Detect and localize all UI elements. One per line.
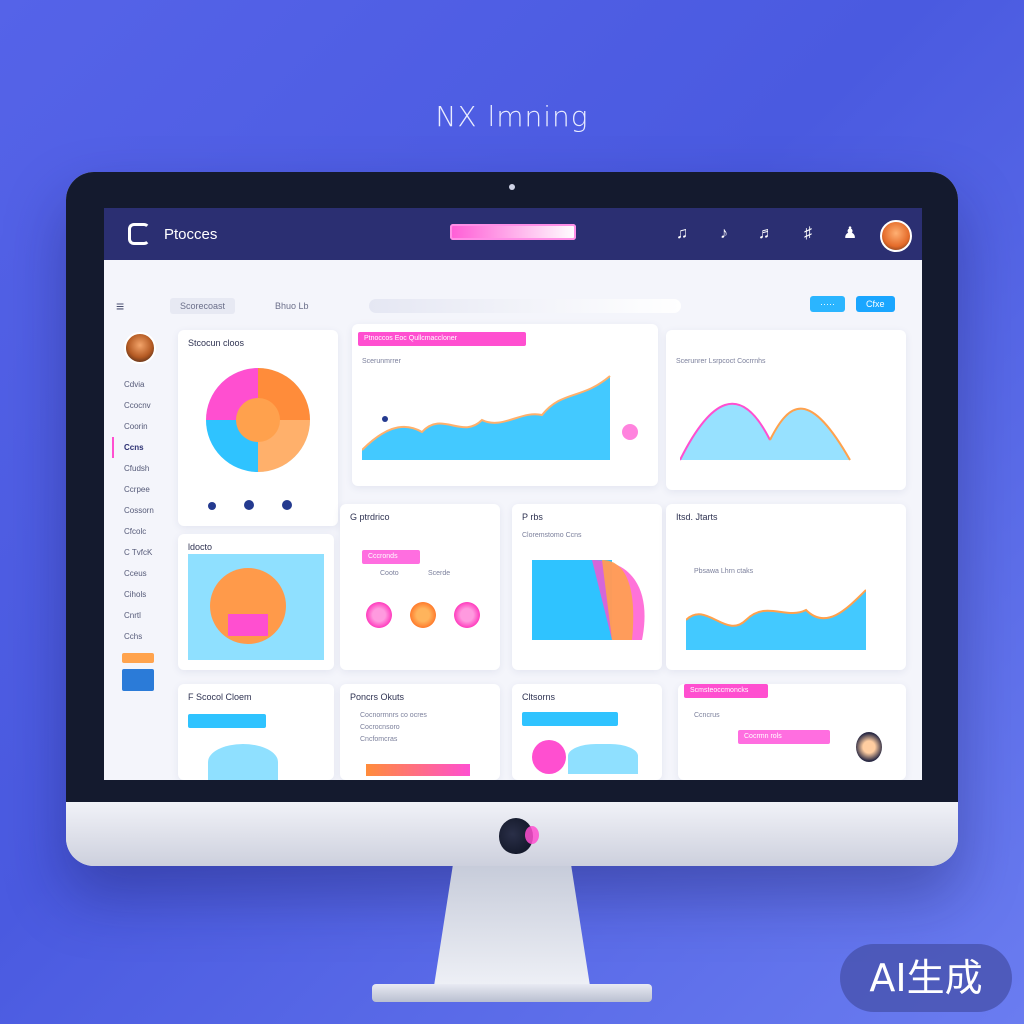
sidebar-item[interactable]: Cnrtl <box>112 605 164 626</box>
card-subtitle: Scerde <box>428 570 451 577</box>
monitor-stand <box>434 866 590 986</box>
card-row: Cncfomcras <box>360 736 398 743</box>
card-title: G ptrdrico <box>350 512 390 522</box>
avatar[interactable] <box>880 220 912 252</box>
card-shape <box>532 740 566 774</box>
decor-dot <box>622 424 638 440</box>
sidebar-item[interactable]: Cceus <box>112 563 164 584</box>
toolbar-label: Bhuo Lb <box>275 301 309 311</box>
card-row: Cocnorrnnrs co ocres <box>360 712 427 719</box>
sidebar-avatar[interactable] <box>124 332 156 364</box>
sidebar-item[interactable]: Ccrpee <box>112 479 164 500</box>
sidebar-item[interactable]: Coorin <box>112 416 164 437</box>
card-shape <box>568 744 638 774</box>
card-title-tag: Ptnoccos Eoc Qullcmaccloner <box>358 332 526 346</box>
donut-card: Stcocun cloos <box>178 330 338 526</box>
toolbar: ≡ Scorecoast Bhuo Lb ····· Cfxe <box>116 292 906 320</box>
card-subtitle: Cloremstomo Ccns <box>522 532 582 539</box>
bottom-card-2: Poncrs Okuts Cocnorrnnrs co ocres Cocroc… <box>340 684 500 780</box>
card-subtitle: Scerunrer Lsrpcoct Cocrrnhs <box>676 358 766 365</box>
card-subtitle: Cooto <box>380 570 399 577</box>
menu-icon[interactable]: ≡ <box>116 298 130 314</box>
pie-card: ldocto <box>178 534 334 670</box>
card-subtitle: Scerunmrrer <box>362 358 401 365</box>
bottom-card-3: Cltsorns <box>512 684 662 780</box>
area-chart <box>362 375 611 460</box>
progress-bar <box>366 764 470 776</box>
card-tag <box>522 712 618 726</box>
sidebar-item[interactable]: Ccocnv <box>112 395 164 416</box>
legend-dot <box>244 500 254 510</box>
marker-dot <box>382 416 388 422</box>
legend-dot <box>282 500 292 510</box>
screen: Ptocces ♫ ♪ ♬ ♯ ♟ ≡ Scorecoast Bhuo Lb ·… <box>104 208 922 780</box>
headline: NX lmning <box>435 100 589 133</box>
toolbar-button-2[interactable]: Cfxe <box>856 296 895 312</box>
legend-dot <box>208 502 216 510</box>
card-title: Poncrs Okuts <box>350 692 405 702</box>
sidebar-item[interactable]: Cchs <box>112 626 164 647</box>
sidebar-item[interactable]: C TvfcK <box>112 542 164 563</box>
bell-icon[interactable]: ♬ <box>754 222 778 246</box>
card-subtitle: Pbsawa Lhrn ctaks <box>694 568 754 575</box>
ring-icon <box>364 600 394 630</box>
chart-icon[interactable]: ♫ <box>670 222 694 246</box>
shape-chart <box>532 560 645 640</box>
bell-curve-card: Scerunrer Lsrpcoct Cocrrnhs <box>666 330 906 490</box>
camera-dot <box>509 184 515 190</box>
sidebar-info-block <box>122 669 154 691</box>
ai-badge: AI生成 <box>840 944 1012 1012</box>
card-title: F Scocol Cloem <box>188 692 252 702</box>
brand-logo-icon <box>499 818 539 854</box>
ring-icon <box>452 600 482 630</box>
card-tag: Cccronds <box>362 550 420 564</box>
sidebar-progress-block <box>122 653 154 663</box>
profile-icon[interactable]: ♟ <box>838 222 862 246</box>
donut-chart <box>206 368 310 472</box>
toolbar-search-input[interactable] <box>368 299 681 313</box>
card-tag: Cocrmn rols <box>738 730 830 744</box>
card-title: Itsd. Jtarts <box>676 512 718 522</box>
card-title: ldocto <box>188 542 213 552</box>
settings-icon[interactable]: ♯ <box>796 222 820 246</box>
card-title-tag: Scmsteoccmoncks <box>684 684 768 698</box>
search-input[interactable] <box>450 224 576 240</box>
sidebar-item[interactable]: Cfudsh <box>112 458 164 479</box>
sidebar-item[interactable]: Cfcolc <box>112 521 164 542</box>
app-logo-icon[interactable] <box>128 223 150 245</box>
monitor-base <box>372 984 652 1002</box>
bell-curve-chart <box>680 402 851 461</box>
card-tag <box>188 714 266 728</box>
users-icon[interactable]: ♪ <box>712 222 736 246</box>
app-title: Ptocces <box>164 225 218 243</box>
sidebar-item[interactable]: Cdvia <box>112 374 164 395</box>
wave-chart <box>686 589 866 650</box>
pie-chart <box>188 554 324 660</box>
ring-icon <box>408 600 438 630</box>
card-subtitle: Ccncrus <box>694 712 720 719</box>
area-chart-card: Ptnoccos Eoc Qullcmaccloner Scerunmrrer <box>352 324 658 486</box>
rings-card: G ptrdrico Cccronds Cooto Scerde <box>340 504 500 670</box>
sidebar-item-active[interactable]: Ccns <box>112 437 164 458</box>
shape-card: P rbs Cloremstomo Ccns <box>512 504 662 670</box>
top-bar: Ptocces ♫ ♪ ♬ ♯ ♟ <box>104 208 922 260</box>
monitor-chin <box>66 802 958 866</box>
card-title: Stcocun cloos <box>188 338 245 348</box>
sidebar: Cdvia Ccocnv Coorin Ccns Cfudsh Ccrpee C… <box>112 332 164 772</box>
person-illustration <box>856 732 882 762</box>
bottom-card-1: F Scocol Cloem <box>178 684 334 780</box>
wave-chart-card: Itsd. Jtarts Pbsawa Lhrn ctaks <box>666 504 906 670</box>
card-title: P rbs <box>522 512 543 522</box>
card-shape <box>208 744 278 780</box>
filter-pill[interactable]: Scorecoast <box>170 298 236 314</box>
toolbar-button-1[interactable]: ····· <box>810 296 845 312</box>
sidebar-item[interactable]: Cossorn <box>112 500 164 521</box>
bottom-card-4: Scmsteoccmoncks Ccncrus Cocrmn rols <box>678 684 906 780</box>
card-title: Cltsorns <box>522 692 556 702</box>
sidebar-item[interactable]: Cihols <box>112 584 164 605</box>
card-row: Cocrocnsoro <box>360 724 400 731</box>
